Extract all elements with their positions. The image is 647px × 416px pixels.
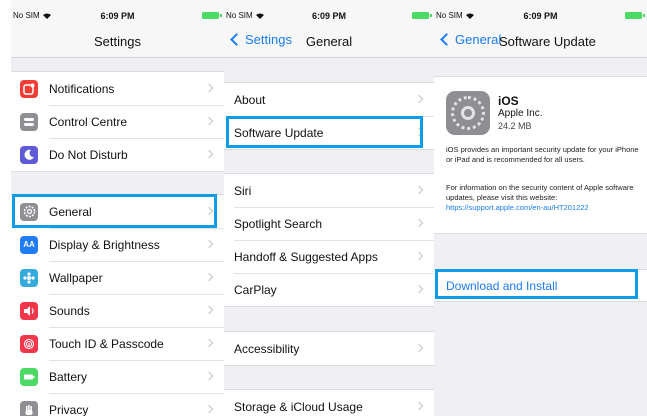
page-title: Settings (94, 34, 141, 49)
chevron-left-icon (440, 33, 453, 46)
chevron-right-icon (204, 272, 214, 282)
settings-item-notifications[interactable]: Notifications (11, 72, 224, 105)
general-group-4: Storage & iCloud Usage (224, 389, 434, 416)
settings-item-label: Privacy (49, 402, 89, 416)
update-name: iOS (498, 94, 519, 108)
chevron-right-icon (414, 343, 424, 353)
sounds-icon (20, 301, 38, 320)
chevron-right-icon (204, 149, 214, 159)
general-panel: No SIM 6:09 PM Settings General About So… (224, 0, 434, 416)
general-item-siri[interactable]: Siri (224, 174, 434, 207)
general-item-storage[interactable]: Storage & iCloud Usage (224, 390, 434, 416)
update-card: iOS Apple Inc. 24.2 MB iOS provides an i… (434, 76, 647, 234)
settings-item-label: Touch ID & Passcode (49, 336, 164, 351)
nav-bar: Settings General (224, 22, 434, 58)
fingerprint-icon (20, 334, 38, 353)
general-item-label: Spotlight Search (234, 216, 323, 231)
update-info-text: For information on the security content … (446, 183, 634, 202)
settings-panel: No SIM 6:09 PM Settings Notifications Co… (11, 0, 224, 416)
status-bar: No SIM 6:09 PM (224, 0, 434, 22)
clock: 6:09 PM (311, 11, 346, 21)
settings-item-label: Sounds (49, 303, 90, 318)
battery-indicator (412, 12, 432, 19)
general-item-label: Storage & iCloud Usage (234, 399, 363, 414)
settings-item-sounds[interactable]: Sounds (11, 294, 224, 327)
chevron-right-icon (204, 116, 214, 126)
settings-item-label: Display & Brightness (49, 237, 160, 252)
general-item-label: CarPlay (234, 282, 277, 297)
general-item-spotlight-search[interactable]: Spotlight Search (224, 207, 434, 240)
software-update-panel: No SIM 6:09 PM General Software Update i… (434, 0, 647, 416)
status-bar: No SIM 6:09 PM (11, 0, 224, 22)
chevron-right-icon (204, 404, 214, 414)
software-update-highlight (226, 116, 423, 148)
settings-item-label: Wallpaper (49, 270, 103, 285)
settings-item-control-centre[interactable]: Control Centre (11, 105, 224, 138)
general-group-3: Accessibility (224, 331, 434, 366)
general-item-handoff[interactable]: Handoff & Suggested Apps (224, 240, 434, 273)
chevron-right-icon (204, 371, 214, 381)
settings-item-battery[interactable]: Battery (11, 360, 224, 393)
settings-item-label: Notifications (49, 81, 115, 96)
battery-indicator (625, 12, 645, 19)
clock: 6:09 PM (523, 11, 558, 21)
wallpaper-icon (20, 268, 38, 287)
general-group-2: Siri Spotlight Search Handoff & Suggeste… (224, 173, 434, 307)
general-item-about[interactable]: About (224, 83, 434, 116)
settings-item-privacy[interactable]: Privacy (11, 393, 224, 416)
update-description: iOS provides an important security updat… (446, 145, 639, 164)
battery-icon (20, 367, 38, 386)
chevron-right-icon (414, 251, 424, 261)
chevron-right-icon (414, 185, 424, 195)
settings-item-label: Do Not Disturb (49, 147, 128, 162)
general-item-label: Siri (234, 183, 252, 198)
settings-group-1: Notifications Control Centre Do Not Dist… (11, 71, 224, 172)
update-info: For information on the security content … (446, 183, 642, 213)
general-item-label: Accessibility (234, 341, 300, 356)
control-centre-icon (20, 112, 38, 131)
settings-item-do-not-disturb[interactable]: Do Not Disturb (11, 138, 224, 171)
display-icon: AA (20, 235, 38, 254)
status-bar: No SIM 6:09 PM (434, 0, 647, 22)
clock: 6:09 PM (100, 11, 135, 21)
back-button[interactable]: General (439, 32, 501, 47)
nav-bar: General Software Update (434, 22, 647, 58)
settings-item-display-brightness[interactable]: AA Display & Brightness (11, 228, 224, 261)
download-highlight (435, 269, 638, 299)
settings-item-label: Control Centre (49, 114, 128, 129)
chevron-right-icon (204, 83, 214, 93)
chevron-right-icon (204, 239, 214, 249)
settings-item-label: Battery (49, 369, 88, 384)
security-link[interactable]: https://support.apple.com/en-au/HT201222 (446, 203, 642, 213)
general-item-accessibility[interactable]: Accessibility (224, 332, 434, 365)
general-item-label: About (234, 92, 266, 107)
chevron-right-icon (414, 218, 424, 228)
hand-icon (20, 400, 38, 416)
chevron-right-icon (204, 338, 214, 348)
general-item-carplay[interactable]: CarPlay (224, 273, 434, 306)
general-item-label: Handoff & Suggested Apps (234, 249, 378, 264)
page-title: Software Update (499, 34, 596, 49)
chevron-right-icon (414, 94, 424, 104)
update-vendor: Apple Inc. (498, 108, 543, 119)
settings-item-wallpaper[interactable]: Wallpaper (11, 261, 224, 294)
battery-indicator (202, 12, 222, 19)
chevron-right-icon (414, 284, 424, 294)
page-title: General (305, 34, 353, 49)
back-label: General (455, 32, 502, 47)
nav-bar: Settings (11, 22, 224, 58)
general-highlight (12, 194, 217, 228)
chevron-right-icon (204, 305, 214, 315)
update-size: 24.2 MB (498, 121, 532, 131)
settings-app-icon (446, 91, 490, 135)
moon-icon (20, 145, 38, 164)
notifications-icon (20, 79, 38, 98)
settings-item-touch-id[interactable]: Touch ID & Passcode (11, 327, 224, 360)
chevron-right-icon (414, 401, 424, 411)
